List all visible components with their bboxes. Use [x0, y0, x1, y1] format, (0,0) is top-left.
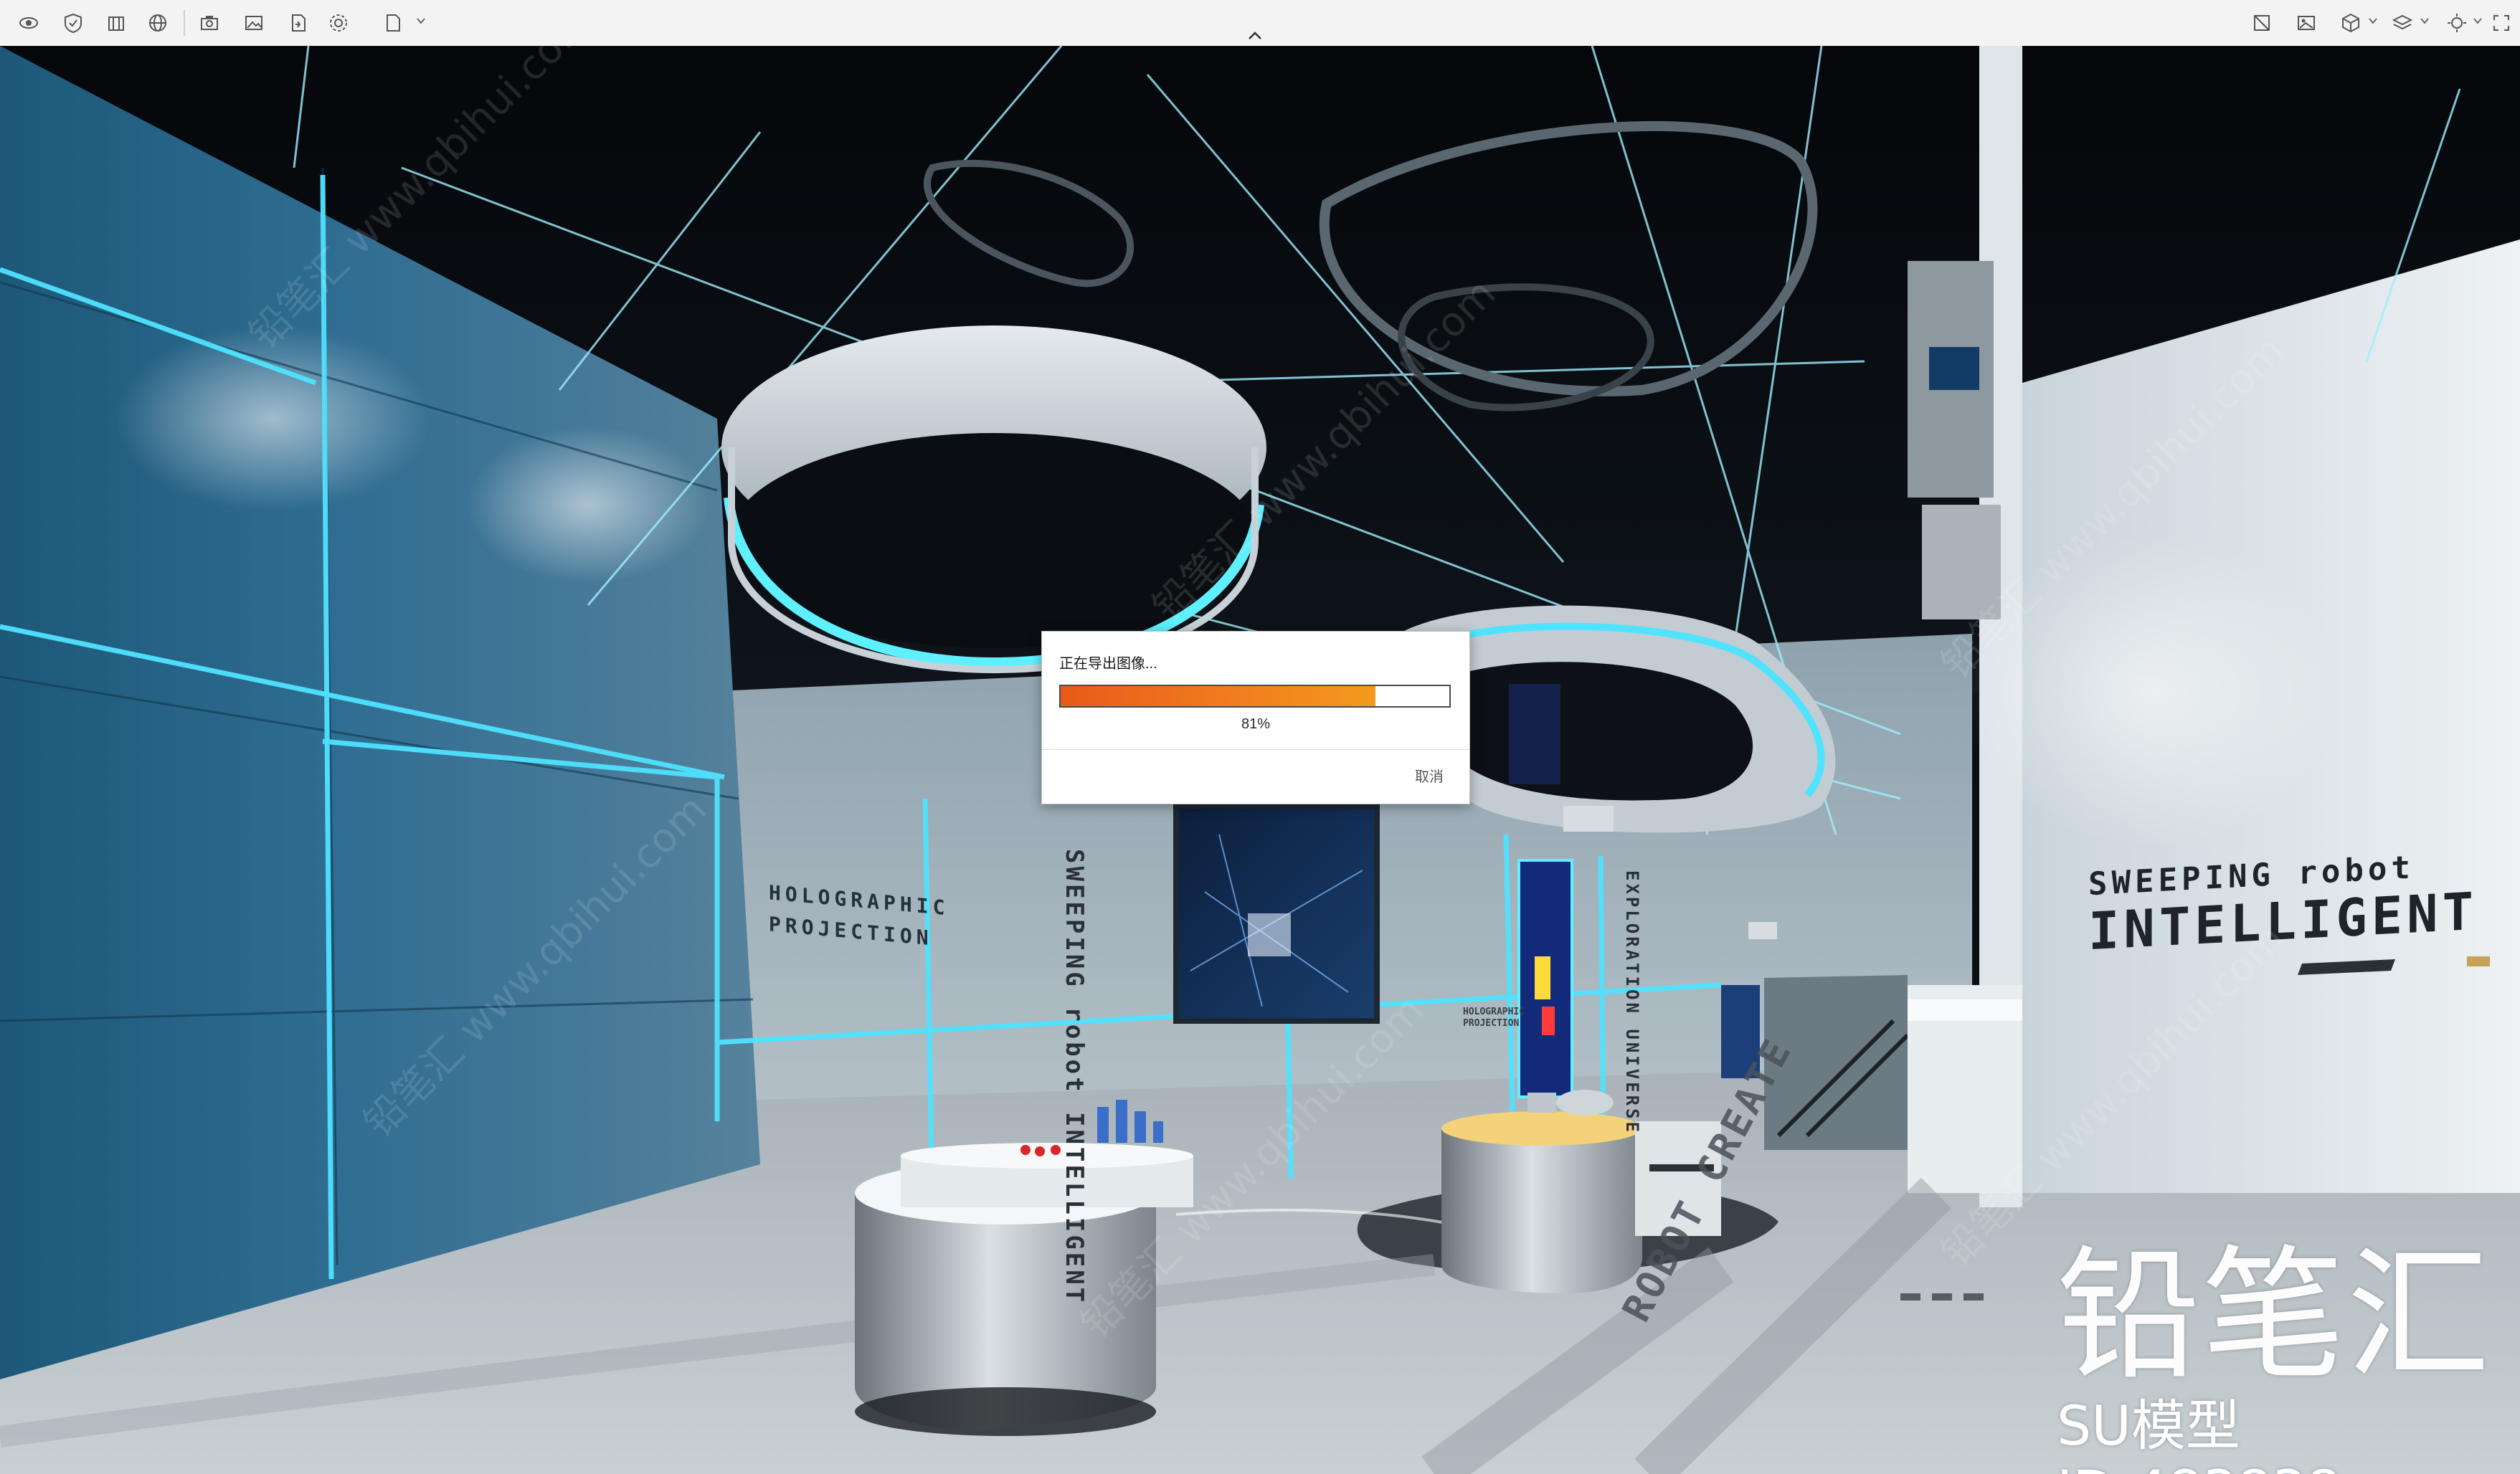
camera-icon[interactable]: [195, 9, 224, 37]
export-progress-dialog: 正在导出图像... 81% 取消: [1041, 631, 1470, 804]
sweeping-robot-vertical-sign: SWEEPING robot INTELLIGENT: [1060, 849, 1089, 1306]
progress-percentage: 81%: [1241, 716, 1271, 732]
chevron-down-icon[interactable]: [2418, 14, 2431, 27]
watermark-model-id: SU模型ID:483838: [2057, 1394, 2341, 1474]
dialog-divider: [1042, 749, 1469, 750]
sweeping-robot-wall-sign: SWEEPING robot INTELLIGENT: [2088, 849, 2478, 962]
holographic-projection-sign: HOLOGRAPHIC PROJECTION: [769, 880, 949, 951]
watermark-brand: 铅笔汇: [2057, 1232, 2492, 1399]
expand-icon[interactable]: [2487, 9, 2516, 37]
sun-icon[interactable]: [2443, 9, 2471, 37]
shield-icon[interactable]: [59, 9, 87, 37]
image-icon[interactable]: [240, 9, 268, 37]
export-icon[interactable]: [284, 9, 313, 37]
layers-icon[interactable]: [2388, 9, 2417, 37]
exploration-universe-vertical-sign: EXPLORATION UNIVERSE: [1622, 870, 1642, 1135]
chevron-down-icon[interactable]: [2471, 14, 2484, 27]
collapse-toolbar-icon[interactable]: [1246, 29, 1264, 43]
cancel-button[interactable]: 取消: [1415, 765, 1444, 786]
small-holo-panel-text: HOLOGRAPHIC PROJECTION: [1463, 1007, 1525, 1029]
viewer-toolbar: [0, 0, 2520, 47]
grid-icon[interactable]: [2247, 9, 2276, 37]
cube-icon[interactable]: [2336, 9, 2365, 37]
globe-icon[interactable]: [143, 9, 172, 37]
picture-icon[interactable]: [2292, 9, 2321, 37]
eye-icon[interactable]: [14, 9, 43, 37]
building-icon[interactable]: [102, 9, 131, 37]
dialog-title: 正在导出图像...: [1059, 656, 1157, 672]
progress-bar-fill: [1061, 686, 1376, 706]
settings-icon[interactable]: [324, 9, 353, 37]
document-icon[interactable]: [379, 9, 407, 37]
chevron-down-icon[interactable]: [2367, 14, 2379, 27]
chevron-down-icon[interactable]: [415, 14, 427, 27]
progress-bar: [1059, 685, 1451, 708]
